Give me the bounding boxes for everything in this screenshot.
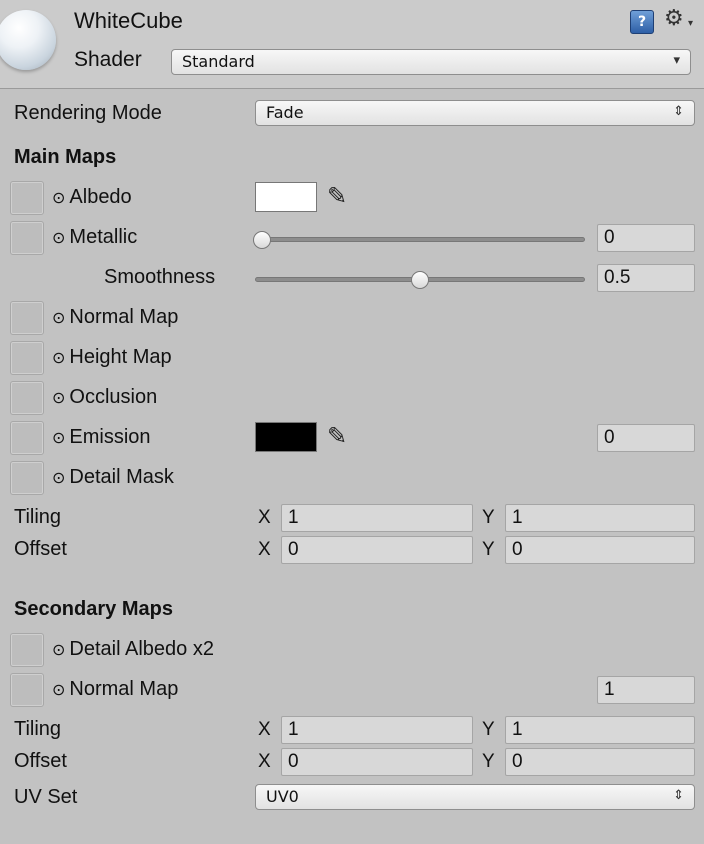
main-offset-label: Offset (14, 538, 67, 560)
rendering-mode-value: Fade (266, 103, 304, 122)
main-tiling-x-label: X (258, 507, 271, 528)
shader-label: Shader (74, 48, 142, 71)
rendering-mode-label: Rendering Mode (14, 102, 162, 124)
eyedropper-icon[interactable]: ✎ (327, 182, 347, 210)
main-tiling-y-label: Y (482, 507, 495, 528)
metallic-slider-handle[interactable] (253, 231, 271, 249)
secondary-normal-scale-field[interactable]: 1 (597, 676, 695, 704)
emission-color-swatch[interactable] (255, 422, 317, 452)
metallic-texture-slot[interactable] (10, 221, 44, 255)
main-offset-x-field[interactable]: 0 (281, 536, 473, 564)
secondary-offset-x-label: X (258, 751, 271, 772)
material-header: WhiteCube Shader Standard ▾ ? ⚙ ▾ (0, 0, 704, 89)
detail-albedo-label: Detail Albedo x2 (69, 638, 214, 660)
texture-picker-icon[interactable]: ⊙ (52, 388, 65, 407)
secondary-tiling-y-label: Y (482, 719, 495, 740)
main-offset-y-label: Y (482, 539, 495, 560)
main-tiling-x-field[interactable]: 1 (281, 504, 473, 532)
secondary-normal-map-label: Normal Map (69, 678, 179, 700)
secondary-offset-y-field[interactable]: 0 (505, 748, 695, 776)
chevron-down-icon: ▾ (673, 53, 680, 68)
metallic-row-label: ⊙ Metallic (52, 226, 137, 249)
uv-set-label: UV Set (14, 786, 78, 808)
smoothness-slider-handle[interactable] (411, 271, 429, 289)
gear-menu-arrow-icon[interactable]: ▾ (688, 18, 693, 29)
uv-set-value: UV0 (266, 787, 299, 806)
main-tiling-y-field[interactable]: 1 (505, 504, 695, 532)
secondary-normal-map-texture-slot[interactable] (10, 673, 44, 707)
emission-label: Emission (69, 426, 151, 448)
updown-arrows-icon: ⇕ (673, 788, 684, 803)
updown-arrows-icon: ⇕ (673, 104, 684, 119)
secondary-tiling-label: Tiling (14, 718, 62, 740)
shader-dropdown-value: Standard (182, 52, 255, 71)
secondary-tiling-y-field[interactable]: 1 (505, 716, 695, 744)
occlusion-label: Occlusion (69, 386, 158, 408)
normal-map-texture-slot[interactable] (10, 301, 44, 335)
occlusion-row-label: ⊙ Occlusion (52, 386, 157, 409)
texture-picker-icon[interactable]: ⊙ (52, 188, 65, 207)
detail-mask-texture-slot[interactable] (10, 461, 44, 495)
secondary-normal-map-row-label: ⊙ Normal Map (52, 678, 178, 701)
main-tiling-label: Tiling (14, 506, 62, 528)
albedo-color-swatch[interactable] (255, 182, 317, 212)
secondary-offset-x-field[interactable]: 0 (281, 748, 473, 776)
metallic-label: Metallic (69, 226, 138, 248)
albedo-texture-slot[interactable] (10, 181, 44, 215)
secondary-tiling-x-label: X (258, 719, 271, 740)
detail-mask-row-label: ⊙ Detail Mask (52, 466, 174, 489)
texture-picker-icon[interactable]: ⊙ (52, 640, 65, 659)
texture-picker-icon[interactable]: ⊙ (52, 228, 65, 247)
secondary-offset-y-label: Y (482, 751, 495, 772)
occlusion-texture-slot[interactable] (10, 381, 44, 415)
detail-mask-label: Detail Mask (69, 466, 174, 488)
smoothness-label: Smoothness (104, 266, 216, 288)
detail-albedo-row-label: ⊙ Detail Albedo x2 (52, 638, 214, 661)
albedo-label: Albedo (69, 186, 132, 208)
material-name: WhiteCube (74, 8, 183, 33)
emission-texture-slot[interactable] (10, 421, 44, 455)
texture-picker-icon[interactable]: ⊙ (52, 428, 65, 447)
detail-albedo-texture-slot[interactable] (10, 633, 44, 667)
secondary-maps-heading: Secondary Maps (14, 598, 173, 620)
main-maps-heading: Main Maps (14, 146, 117, 168)
shader-dropdown[interactable]: Standard ▾ (171, 49, 691, 75)
secondary-tiling-x-field[interactable]: 1 (281, 716, 473, 744)
smoothness-value-field[interactable]: 0.5 (597, 264, 695, 292)
emission-value-field[interactable]: 0 (597, 424, 695, 452)
secondary-offset-label: Offset (14, 750, 67, 772)
height-map-row-label: ⊙ Height Map (52, 346, 172, 369)
normal-map-row-label: ⊙ Normal Map (52, 306, 178, 329)
emission-row-label: ⊙ Emission (52, 426, 151, 449)
texture-picker-icon[interactable]: ⊙ (52, 308, 65, 327)
normal-map-label: Normal Map (69, 306, 179, 328)
uv-set-dropdown[interactable]: UV0 ⇕ (255, 784, 695, 810)
rendering-mode-dropdown[interactable]: Fade ⇕ (255, 100, 695, 126)
albedo-row-label: ⊙ Albedo (52, 186, 132, 209)
texture-picker-icon[interactable]: ⊙ (52, 348, 65, 367)
metallic-slider-track[interactable] (255, 237, 585, 242)
metallic-value-field[interactable]: 0 (597, 224, 695, 252)
height-map-label: Height Map (69, 346, 172, 368)
texture-picker-icon[interactable]: ⊙ (52, 680, 65, 699)
eyedropper-icon[interactable]: ✎ (327, 422, 347, 450)
material-preview-sphere[interactable] (0, 10, 56, 70)
main-offset-x-label: X (258, 539, 271, 560)
height-map-texture-slot[interactable] (10, 341, 44, 375)
help-book-icon[interactable]: ? (630, 10, 654, 34)
main-offset-y-field[interactable]: 0 (505, 536, 695, 564)
gear-icon[interactable]: ⚙ (664, 6, 684, 31)
texture-picker-icon[interactable]: ⊙ (52, 468, 65, 487)
